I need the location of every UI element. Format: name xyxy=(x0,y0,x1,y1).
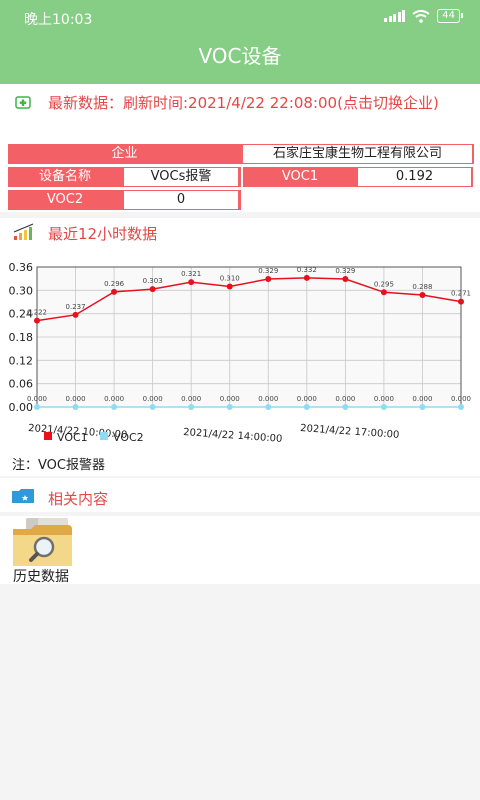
data-point-voc1 xyxy=(72,311,79,318)
data-label-voc2: 0.000 xyxy=(412,395,432,403)
y-tick-label: 0.18 xyxy=(9,331,34,344)
data-label-voc2: 0.000 xyxy=(143,395,163,403)
status-bar: 晚上10:03 44 xyxy=(0,0,480,34)
data-label-voc1: 0.295 xyxy=(374,280,394,288)
history-search-icon xyxy=(13,518,72,566)
recent-data-title: 最近12小时数据 xyxy=(48,225,158,243)
refresh-time-link[interactable]: 最新数据：刷新时间:2021/4/22 22:08:00(点击切换企业) xyxy=(48,92,474,114)
status-icons: 44 xyxy=(384,9,463,23)
data-label-voc2: 0.000 xyxy=(27,395,47,403)
y-tick-label: 0.06 xyxy=(9,378,34,391)
voc1-label: VOC1 xyxy=(281,169,319,184)
voc2-label: VOC2 xyxy=(46,192,84,207)
data-label-voc2: 0.000 xyxy=(451,395,471,403)
trend-chart-icon xyxy=(13,223,34,240)
page-title: VOC设备 xyxy=(198,44,282,68)
folder-icon xyxy=(12,489,34,503)
data-label-voc1: 0.329 xyxy=(335,267,355,275)
y-tick-label: 0.12 xyxy=(9,354,34,367)
enterprise-label: 企业 xyxy=(8,144,241,164)
x-tick-label: 2021/4/22 17:00:00 xyxy=(300,423,400,441)
data-point-voc1 xyxy=(226,283,233,290)
note-text: 注：VOC报警器 xyxy=(12,457,466,475)
data-point-voc1 xyxy=(111,288,118,295)
data-label-voc2: 0.000 xyxy=(335,395,355,403)
data-point-voc1 xyxy=(149,286,156,293)
data-point-voc1 xyxy=(419,292,426,298)
data-point-voc2 xyxy=(34,404,40,410)
data-label-voc1: 0.303 xyxy=(143,277,163,285)
data-label-voc2: 0.000 xyxy=(181,395,201,403)
data-point-voc2 xyxy=(111,404,118,410)
data-label-voc1: 0.271 xyxy=(451,290,471,298)
voc1-row: VOC1 0.192 xyxy=(243,166,473,188)
data-point-voc2 xyxy=(303,404,310,410)
data-label-voc2: 0.000 xyxy=(258,395,278,403)
data-point-voc2 xyxy=(265,404,272,410)
legend-swatch-voc1 xyxy=(44,432,52,440)
data-point-voc2 xyxy=(342,404,349,410)
medical-box-icon xyxy=(15,96,31,109)
data-label-voc1: 0.237 xyxy=(66,303,86,311)
status-time: 晚上10:03 xyxy=(24,12,93,28)
data-label-voc2: 0.000 xyxy=(220,395,240,403)
voc-line-chart: 0.360.300.240.180.120.060.000.2220.2370.… xyxy=(9,261,472,445)
enterprise-row: 企业 石家庄宝康生物工程有限公司 xyxy=(8,143,474,165)
data-point-voc2 xyxy=(458,404,464,410)
data-point-voc1 xyxy=(34,317,40,324)
data-point-voc2 xyxy=(149,404,156,410)
legend-swatch-voc2 xyxy=(100,432,108,440)
data-label-voc2: 0.000 xyxy=(104,395,124,403)
data-label-voc1: 0.332 xyxy=(297,266,317,274)
data-label-voc1: 0.329 xyxy=(258,267,278,275)
battery-icon: 44 xyxy=(437,9,463,23)
data-point-voc2 xyxy=(188,404,195,410)
legend-label-voc2: VOC2 xyxy=(113,431,144,444)
voc2-value: 0 xyxy=(124,191,238,209)
voc2-row: VOC2 0 xyxy=(8,189,241,211)
chart-panel: 0.36 0.30 0.24 0.18 0.12 0.06 0.00 0.222 0.237 0.… xyxy=(0,246,480,476)
data-point-voc1 xyxy=(303,274,310,281)
data-point-voc2 xyxy=(380,404,387,410)
legend-label-voc1: VOC1 xyxy=(57,431,88,444)
data-label-voc1: 0.321 xyxy=(181,270,201,278)
data-label-voc1: 0.296 xyxy=(104,280,125,288)
enterprise-value: 石家庄宝康生物工程有限公司 xyxy=(243,145,472,163)
data-label-voc1: 0.310 xyxy=(220,274,240,282)
voc1-value: 0.192 xyxy=(358,168,471,186)
data-point-voc1 xyxy=(188,279,195,286)
wifi-icon xyxy=(412,9,430,23)
data-point-voc1 xyxy=(458,298,464,305)
data-point-voc1 xyxy=(342,276,349,283)
related-content-title: 相关内容 xyxy=(48,490,109,508)
data-point-voc2 xyxy=(72,404,79,410)
data-point-voc1 xyxy=(380,289,387,296)
data-point-voc1 xyxy=(265,276,272,283)
data-label-voc1: 0.288 xyxy=(412,283,432,291)
y-tick-label: 0.36 xyxy=(9,261,34,274)
device-name-value: VOCs报警 xyxy=(124,168,238,186)
x-tick-label: 2021/4/22 14:00:00 xyxy=(183,427,283,445)
data-point-voc2 xyxy=(226,404,233,410)
data-label-voc2: 0.000 xyxy=(374,395,394,403)
history-data-item[interactable]: 历史数据 xyxy=(10,516,80,586)
recent-data-header: 最近12小时数据 xyxy=(0,218,480,246)
device-name-row: 设备名称 VOCs报警 xyxy=(8,166,241,188)
data-label-voc2: 0.000 xyxy=(297,395,317,403)
history-data-label: 历史数据 xyxy=(13,569,69,585)
data-label-voc1: 0.222 xyxy=(27,309,47,317)
signal-icon xyxy=(384,10,406,22)
y-tick-label: 0.30 xyxy=(9,284,34,297)
device-name-label: 设备名称 xyxy=(38,169,91,184)
data-label-voc2: 0.000 xyxy=(66,395,86,403)
data-point-voc2 xyxy=(419,404,426,410)
